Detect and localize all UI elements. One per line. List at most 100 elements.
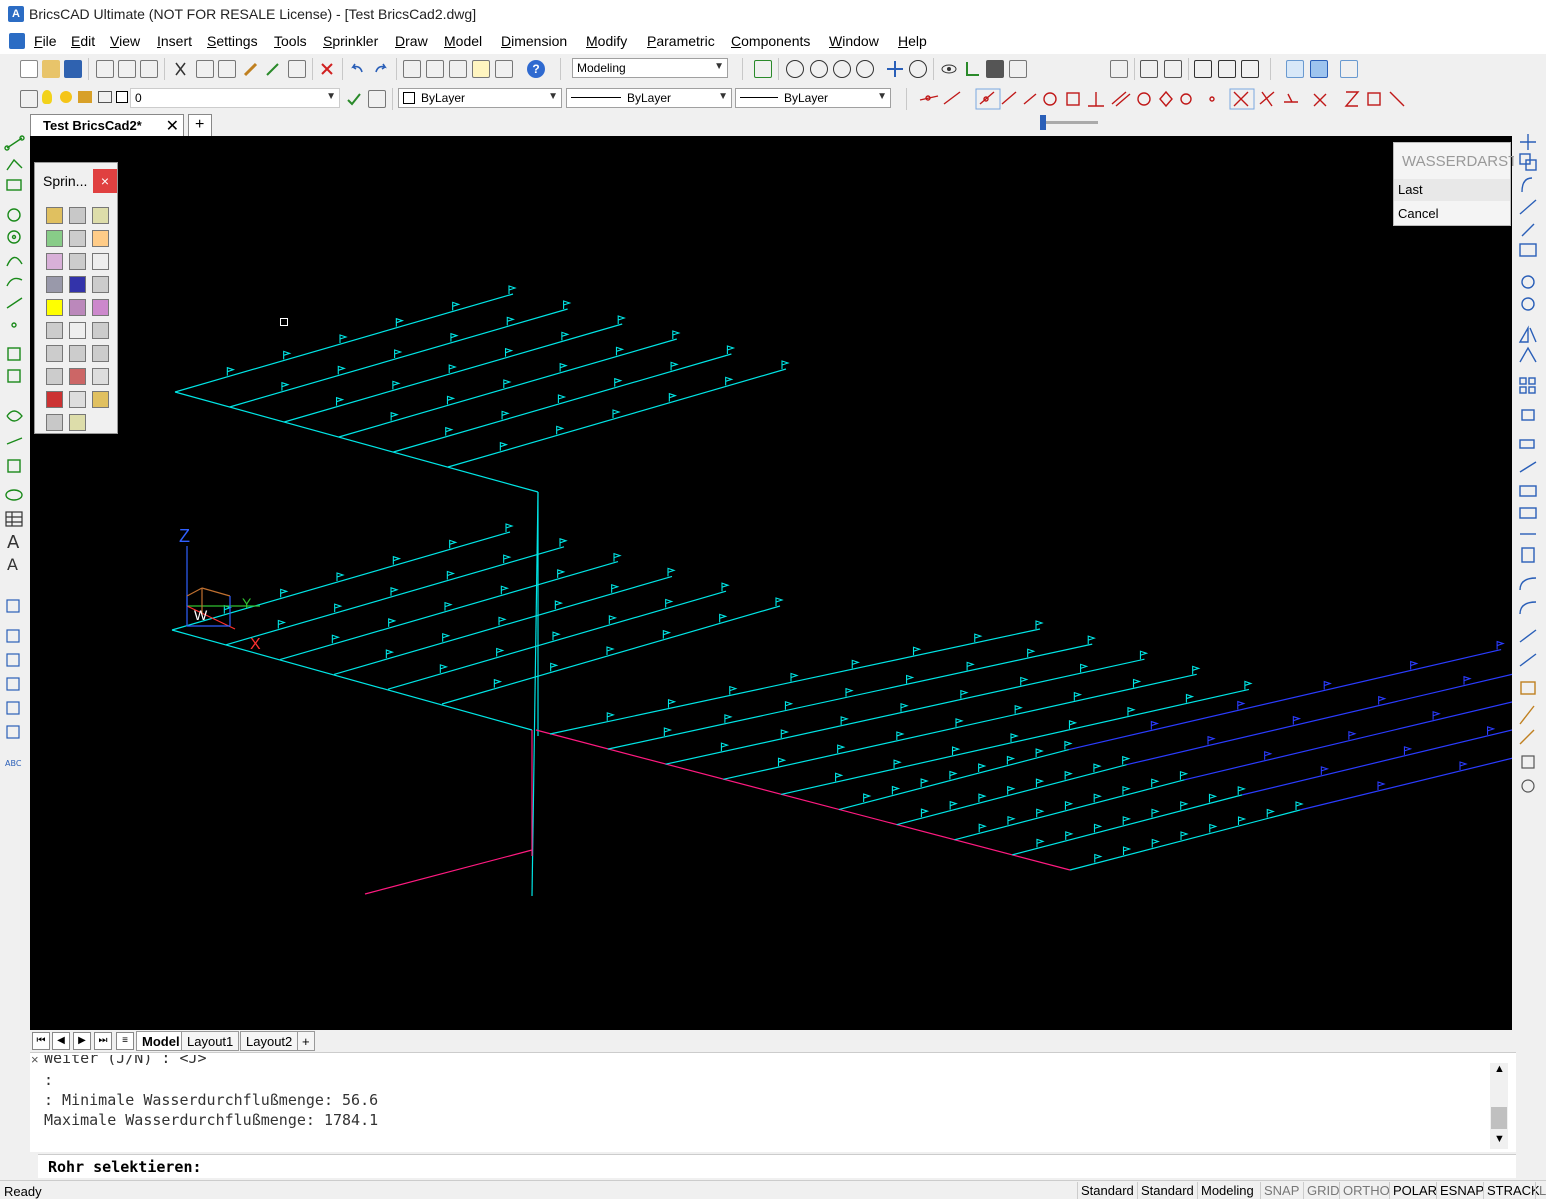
sprinkler-head[interactable] (606, 712, 615, 721)
sprinkler-head[interactable] (781, 360, 790, 369)
branch-pipe[interactable] (338, 338, 677, 438)
sprinkler-tool-icon[interactable] (46, 299, 63, 316)
scroll-down-icon[interactable]: ▼ (1494, 1133, 1505, 1145)
light-bulb-icon[interactable] (42, 90, 52, 104)
drawing-canvas[interactable] (30, 136, 1512, 1030)
sprinkler-head[interactable] (557, 569, 566, 578)
pan-icon[interactable] (886, 60, 904, 78)
tab-layout2[interactable]: Layout2 (240, 1031, 299, 1051)
sprinkler-tool-icon[interactable] (69, 391, 86, 408)
delete-icon[interactable] (318, 60, 336, 78)
branch-pipe-sized[interactable] (1299, 710, 1512, 811)
sprinkler-head[interactable] (725, 376, 734, 386)
sprinkler-head[interactable] (1020, 676, 1029, 686)
library-icon[interactable] (495, 60, 513, 78)
menu-view[interactable]: View (110, 33, 140, 49)
status-strack[interactable]: STRACK (1483, 1182, 1543, 1199)
sprinkler-tool-icon[interactable] (92, 391, 109, 408)
sprinkler-head[interactable] (554, 600, 564, 610)
branch-pipe[interactable] (954, 779, 1185, 841)
branch-pipe[interactable] (279, 561, 619, 661)
previous-layout-icon[interactable]: ◀ (52, 1032, 70, 1050)
sprinkler-head[interactable] (339, 334, 348, 343)
sprinkler-head[interactable] (719, 613, 728, 623)
sprinkler-head[interactable] (336, 572, 345, 581)
properties-icon[interactable] (403, 60, 421, 78)
add-layout-button[interactable]: + (297, 1031, 315, 1051)
status-text-style[interactable]: Standard (1077, 1182, 1137, 1199)
sprinkler-head[interactable] (1087, 635, 1096, 645)
sprinkler-head[interactable] (729, 685, 738, 695)
sprinkler-head[interactable] (1496, 640, 1505, 650)
sprinkler-head[interactable] (1180, 801, 1189, 810)
sprinkler-head[interactable] (1323, 680, 1332, 690)
sprinkler-head[interactable] (1463, 675, 1472, 685)
sprinkler-head[interactable] (668, 392, 678, 402)
sprinkler-head[interactable] (726, 345, 736, 354)
entity-snap-toolbar[interactable] (916, 88, 1416, 110)
sprinkler-head[interactable] (1007, 785, 1016, 795)
sprinkler-head[interactable] (557, 394, 567, 403)
sprinkler-head[interactable] (606, 646, 615, 655)
sprinkler-head[interactable] (1348, 731, 1357, 740)
sprinkler-head[interactable] (1378, 695, 1387, 705)
sprinkler-head[interactable] (493, 678, 503, 688)
sprinkler-head[interactable] (508, 285, 517, 294)
sprinkler-head[interactable] (331, 634, 341, 644)
sprinkler-tool-icon[interactable] (69, 414, 86, 431)
viewports-icon[interactable] (1194, 60, 1212, 78)
sprinkler-head[interactable] (496, 647, 505, 657)
sprinkler-head[interactable] (506, 316, 516, 326)
paste-icon[interactable] (218, 60, 236, 78)
sprinkler-head[interactable] (390, 587, 399, 596)
sprinkler-head[interactable] (920, 778, 929, 788)
sprinkler-head[interactable] (1459, 761, 1468, 770)
copy-icon[interactable] (196, 60, 214, 78)
sprinkler-head[interactable] (1139, 650, 1149, 660)
sprinkler-tool-icon[interactable] (69, 345, 86, 362)
branch-pipe-sized[interactable] (1242, 695, 1512, 796)
zoom-in-icon[interactable] (786, 60, 804, 78)
sprinkler-head[interactable] (337, 365, 347, 375)
sprinkler-head[interactable] (670, 361, 679, 371)
sprinkler-head[interactable] (226, 366, 236, 376)
sprinkler-head[interactable] (1403, 746, 1413, 755)
command-line[interactable]: Rohr selektieren: (38, 1154, 1516, 1178)
branch-pipe[interactable] (447, 368, 787, 468)
status-esnap[interactable]: ESNAP (1436, 1182, 1487, 1199)
sprinkler-head[interactable] (912, 646, 922, 656)
sprinkler-head[interactable] (1179, 771, 1189, 780)
sprinkler-head[interactable] (1377, 781, 1386, 790)
sprinkler-tool-icon[interactable] (46, 414, 63, 431)
sprinkler-head[interactable] (1093, 823, 1103, 833)
menu-modify[interactable]: Modify (586, 33, 627, 49)
sprinkler-head[interactable] (445, 426, 454, 436)
sprinkler-tool-icon[interactable] (69, 276, 86, 293)
menu-edit[interactable]: Edit (71, 33, 95, 49)
layout-list-icon[interactable]: ≡ (116, 1032, 134, 1050)
sprinkler-head[interactable] (1064, 801, 1074, 810)
ucs-icon[interactable] (963, 60, 981, 78)
branch-pipe[interactable] (333, 575, 673, 675)
zoom-window-icon[interactable] (833, 60, 851, 78)
last-layout-icon[interactable]: ⏭ (94, 1032, 112, 1050)
sprinkler-head[interactable] (1410, 660, 1419, 670)
layers-icon[interactable] (426, 60, 444, 78)
menu-help[interactable]: Help (898, 33, 927, 49)
sprinkler-head[interactable] (1244, 680, 1253, 690)
sprinkler-head[interactable] (1064, 770, 1073, 780)
sprinkler-head[interactable] (1180, 831, 1189, 840)
sprinkler-tool-icon[interactable] (46, 207, 63, 224)
sprinkler-head[interactable] (665, 598, 674, 608)
sprinkler-head[interactable] (1122, 846, 1132, 855)
sprinkler-head[interactable] (452, 301, 461, 311)
linetype-select[interactable]: ByLayer ▼ (566, 88, 732, 108)
sprinkler-head[interactable] (503, 554, 512, 564)
camera-icon[interactable] (986, 60, 1004, 78)
sprinkler-head[interactable] (891, 785, 901, 795)
sprinkler-head[interactable] (974, 633, 983, 643)
status-snap[interactable]: SNAP (1260, 1182, 1302, 1199)
sprinkler-head[interactable] (900, 702, 909, 712)
ucs-icon[interactable] (186, 587, 203, 597)
sprinkler-head[interactable] (1093, 763, 1102, 773)
